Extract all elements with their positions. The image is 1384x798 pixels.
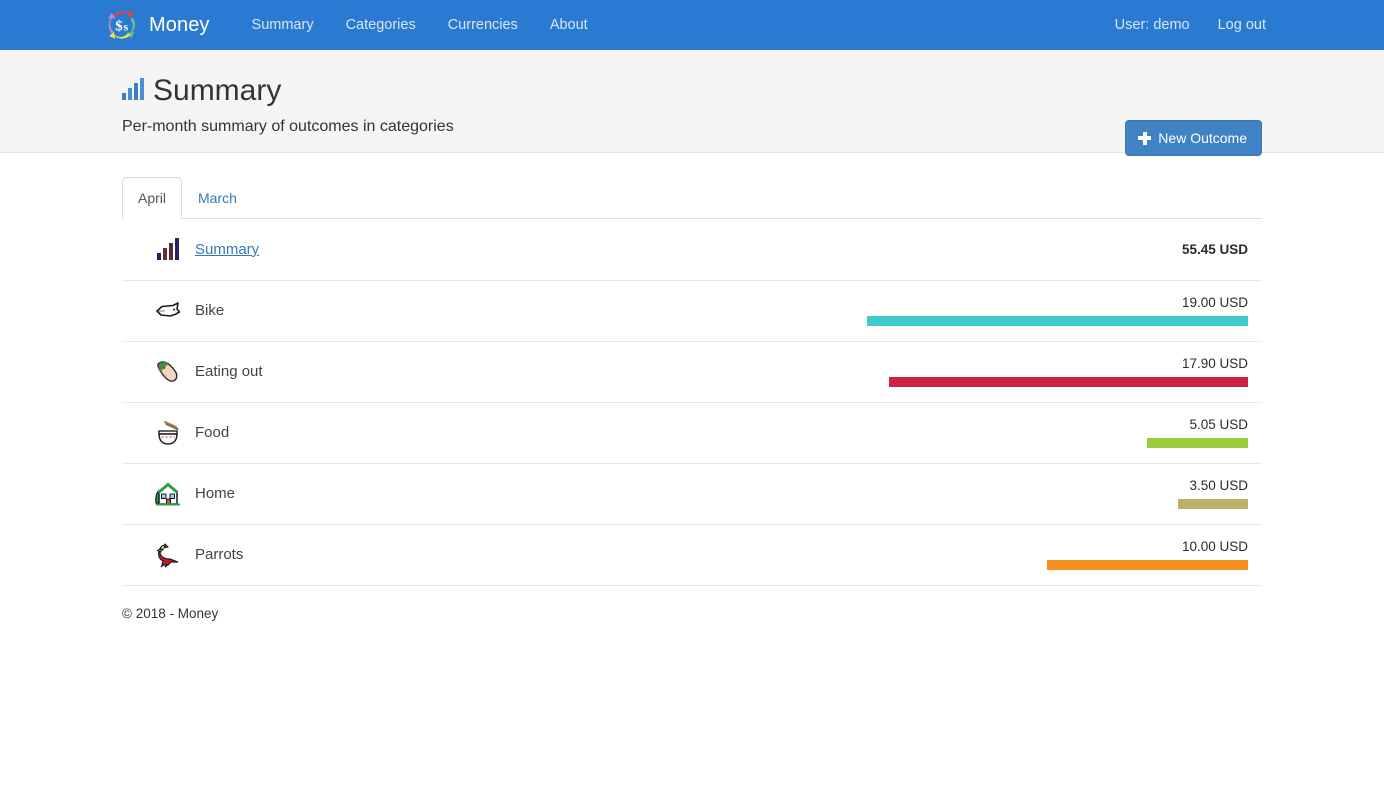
bar-track (807, 438, 1248, 448)
bar-track (807, 499, 1248, 509)
brand-link[interactable]: $ s Money (104, 7, 210, 43)
category-bar (1177, 499, 1248, 509)
category-bar (889, 377, 1248, 387)
nav-link-categories[interactable]: Categories (330, 0, 432, 50)
total-amount: 55.45 USD (1181, 241, 1248, 257)
row-left-parrots: Parrots (122, 524, 806, 585)
table-row: Food 5.05 USD (122, 402, 1262, 463)
total-row-right: 55.45 USD (806, 219, 1262, 280)
row-left-food: Food (122, 402, 806, 463)
nav-user-area: User: demo Log out (1101, 0, 1280, 50)
table-row-total: Summary 55.45 USD (122, 219, 1262, 280)
bar-chart-icon (153, 236, 183, 262)
bar-track (807, 316, 1248, 326)
category-amount: 5.05 USD (1189, 417, 1248, 432)
page-subtitle: Per-month summary of outcomes in categor… (122, 118, 454, 135)
row-right-eating-out: 17.90 USD (806, 341, 1262, 402)
summary-link[interactable]: Summary (195, 241, 259, 258)
row-left-home: Home (122, 463, 806, 524)
category-label: Parrots (195, 546, 244, 563)
row-left-eating-out: Eating out (122, 341, 806, 402)
fish-icon (153, 298, 183, 324)
tab-march[interactable]: March (182, 177, 253, 219)
top-navbar: $ s Money Summary Categories Currencies … (0, 0, 1384, 50)
bar-track (807, 377, 1248, 387)
table-row: Parrots 10.00 USD (122, 524, 1262, 585)
logout-link[interactable]: Log out (1204, 0, 1280, 50)
table-row: Home 3.50 USD (122, 463, 1262, 524)
page-header: Summary Per-month summary of outcomes in… (0, 50, 1384, 156)
category-bar (1047, 560, 1248, 570)
category-bar (1146, 438, 1248, 448)
bird-icon (153, 542, 183, 568)
row-left-bike: Bike (122, 280, 806, 341)
row-right-home: 3.50 USD (806, 463, 1262, 524)
main-container: April March Summary 55.45 USD Bike 19.00… (122, 177, 1262, 621)
new-outcome-button[interactable]: New Outcome (1125, 120, 1262, 156)
bar-track (807, 560, 1248, 570)
house-icon (153, 481, 183, 507)
nav-links: Summary Categories Currencies About (236, 0, 604, 50)
page-title-text: Summary (153, 74, 282, 107)
ramen-icon (153, 420, 183, 446)
table-row: Bike 19.00 USD (122, 280, 1262, 341)
footer: © 2018 - Money (122, 586, 1262, 621)
category-label: Food (195, 424, 230, 441)
category-label: Eating out (195, 363, 263, 380)
footer-copyright: © 2018 - Money (122, 605, 219, 621)
category-amount: 17.90 USD (1181, 356, 1248, 371)
summary-table-body: Summary 55.45 USD Bike 19.00 USD Eating … (122, 219, 1262, 585)
category-amount: 19.00 USD (1181, 295, 1248, 310)
category-bar (867, 316, 1248, 326)
nav-link-currencies[interactable]: Currencies (432, 0, 534, 50)
category-label: Home (195, 485, 236, 502)
tab-april[interactable]: April (122, 177, 183, 219)
row-right-parrots: 10.00 USD (806, 524, 1262, 585)
nav-link-summary[interactable]: Summary (236, 0, 330, 50)
table-row: Eating out 17.90 USD (122, 341, 1262, 402)
bar-chart-icon (122, 74, 144, 108)
new-outcome-label: New Outcome (1158, 130, 1247, 146)
current-user-label: User: demo (1114, 17, 1190, 33)
nav-link-about[interactable]: About (534, 0, 604, 50)
row-right-food: 5.05 USD (806, 402, 1262, 463)
page-title: Summary (122, 74, 1280, 108)
category-amount: 3.50 USD (1189, 478, 1248, 493)
summary-table: Summary 55.45 USD Bike 19.00 USD Eating … (122, 219, 1262, 586)
brand-name: Money (149, 13, 210, 36)
category-label: Bike (195, 302, 225, 319)
svg-text:$: $ (115, 19, 123, 35)
svg-text:s: s (124, 20, 129, 34)
money-cycle-logo-icon: $ s (104, 7, 140, 43)
plus-icon (1138, 131, 1152, 145)
month-tabs: April March (122, 177, 1262, 219)
burrito-icon (153, 359, 183, 385)
total-row-left: Summary (122, 219, 806, 280)
category-amount: 10.00 USD (1181, 539, 1248, 554)
row-right-bike: 19.00 USD (806, 280, 1262, 341)
